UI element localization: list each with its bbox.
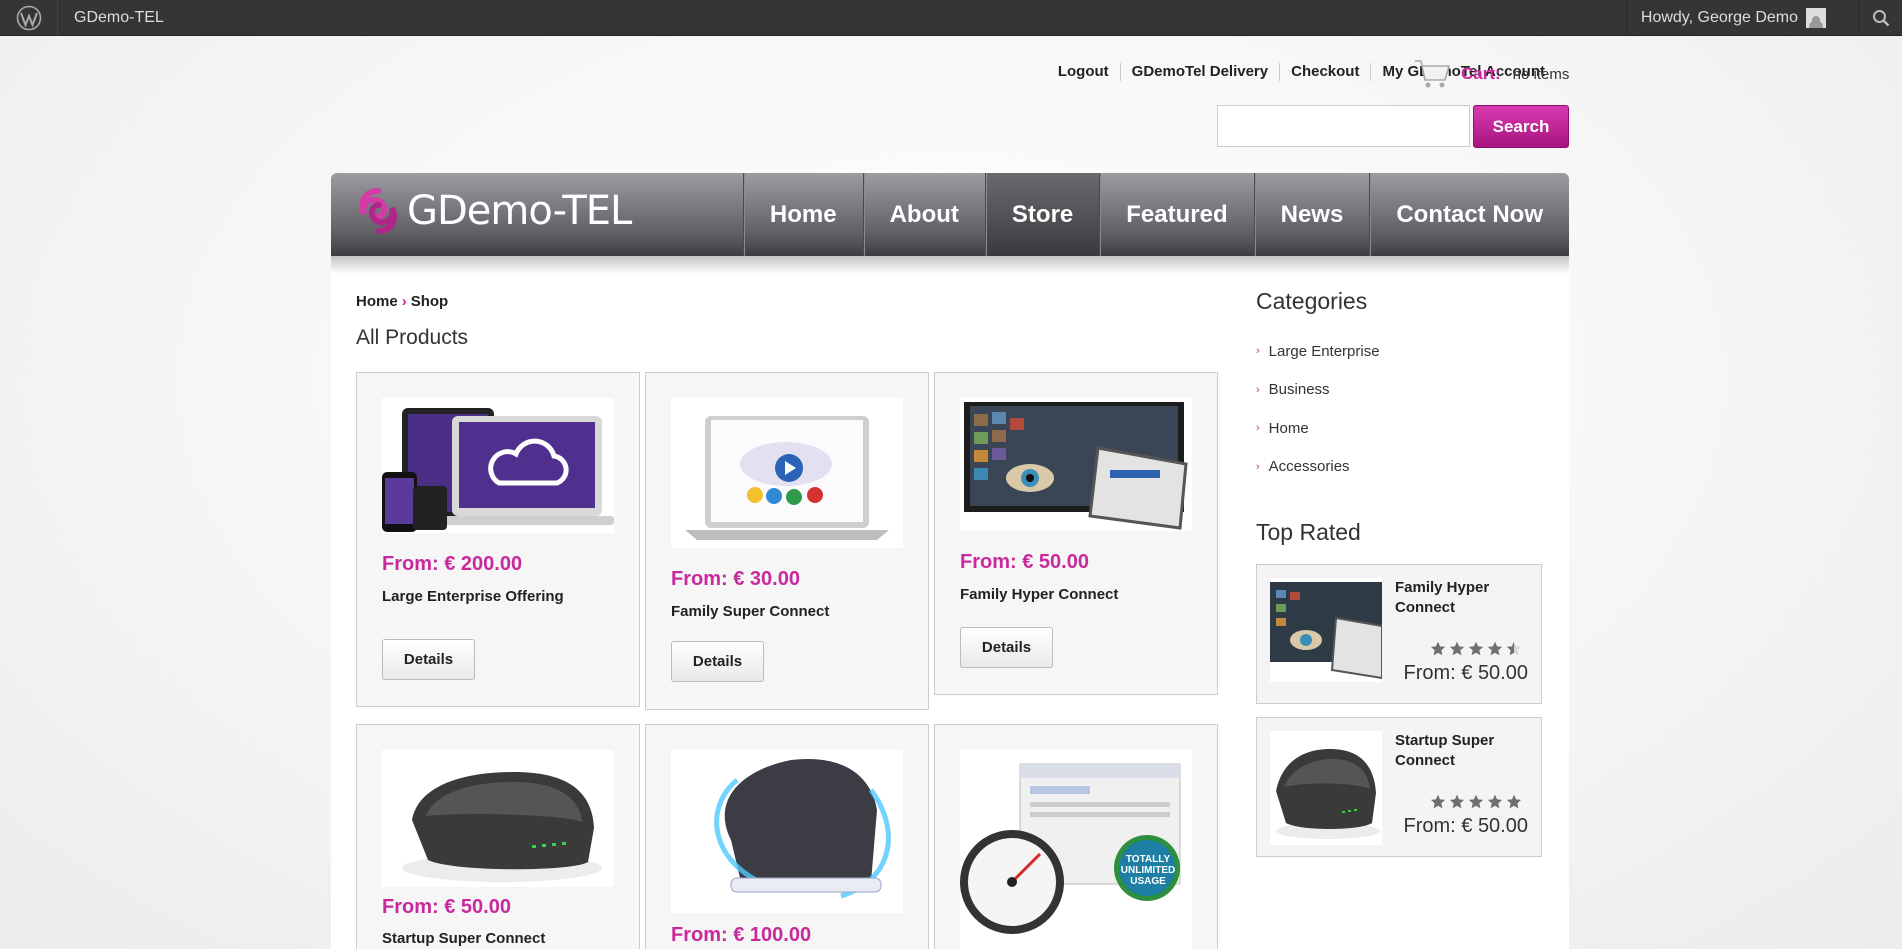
breadcrumb-current: Shop	[410, 293, 449, 310]
chevron-right-icon: ›	[1256, 383, 1260, 396]
star-icon	[1449, 794, 1465, 809]
logo-text: GDemo-TEL	[407, 188, 632, 234]
wordpress-logo-icon[interactable]	[0, 0, 58, 36]
product-image[interactable]: TOTALLY UNLIMITED USAGE	[960, 750, 1192, 949]
rating-stars	[1430, 641, 1522, 656]
top-rated-image[interactable]	[1270, 731, 1382, 845]
chevron-right-icon: ›	[1256, 422, 1260, 435]
category-item[interactable]: › Large Enterprise	[1256, 332, 1380, 371]
cart-widget[interactable]: Cart: no items	[1413, 58, 1569, 90]
product-price: From: € 50.00	[960, 551, 1089, 573]
top-rated-image[interactable]	[1270, 578, 1382, 682]
breadcrumb-home[interactable]: Home	[356, 293, 398, 310]
top-rated-price: From: € 50.00	[1403, 662, 1528, 684]
product-price: From: € 200.00	[382, 553, 523, 575]
product-card: From: € 200.00 Large Enterprise Offering…	[356, 372, 640, 707]
nav-store[interactable]: Store	[984, 173, 1100, 256]
top-rated-item: Startup Super Connect From: € 50.00	[1256, 717, 1542, 857]
breadcrumb: Home › Shop	[356, 293, 448, 310]
cart-icon	[1415, 60, 1451, 88]
product-card: From: € 50.00 Family Hyper Connect Detai…	[934, 372, 1218, 695]
admin-account-menu[interactable]: Howdy, George Demo	[1625, 0, 1840, 36]
star-icon	[1468, 794, 1484, 809]
product-name[interactable]: Large Enterprise Offering	[382, 588, 564, 605]
product-name[interactable]: Startup Super Connect	[382, 930, 545, 947]
star-icon	[1430, 794, 1446, 809]
search-button[interactable]: Search	[1473, 105, 1569, 148]
star-icon	[1430, 641, 1446, 656]
site-logo[interactable]: GDemo-TEL	[355, 187, 632, 235]
category-item[interactable]: › Business	[1256, 371, 1380, 410]
star-icon	[1506, 794, 1522, 809]
rating-stars	[1430, 794, 1522, 809]
top-rated-price: From: € 50.00	[1403, 815, 1528, 837]
category-item[interactable]: › Accessories	[1256, 448, 1380, 487]
header-shadow	[331, 256, 1569, 274]
nav-contact-now[interactable]: Contact Now	[1369, 173, 1569, 256]
logout-link[interactable]: Logout	[1047, 63, 1120, 81]
category-item[interactable]: › Home	[1256, 409, 1380, 448]
categories-title: Categories	[1256, 288, 1368, 314]
cart-status: no items	[1512, 65, 1570, 83]
product-image[interactable]	[671, 750, 903, 913]
nav-about[interactable]: About	[862, 173, 985, 256]
product-image[interactable]	[960, 398, 1192, 531]
delivery-link[interactable]: GDemoTel Delivery	[1119, 63, 1279, 81]
admin-bar: GDemo-TEL Howdy, George Demo	[0, 0, 1902, 36]
star-icon	[1487, 794, 1503, 809]
nav-home[interactable]: Home	[742, 173, 863, 256]
details-button[interactable]: Details	[382, 639, 475, 680]
chevron-right-icon: ›	[1256, 345, 1260, 358]
admin-site-name[interactable]: GDemo-TEL	[74, 9, 164, 27]
product-card: From: € 50.00 Startup Super Connect	[356, 724, 640, 949]
product-price: From: € 30.00	[671, 568, 800, 590]
star-icon	[1468, 641, 1484, 656]
product-price: From: € 100.00	[671, 924, 812, 946]
chevron-right-icon: ›	[1256, 460, 1260, 473]
top-rated-name[interactable]: Startup Super Connect	[1395, 731, 1535, 771]
admin-greeting: Howdy, George Demo	[1640, 9, 1798, 26]
swirl-logo-icon	[359, 188, 397, 234]
main-nav: Home About Store Featured News Contact N…	[742, 173, 1569, 256]
product-card: From: € 100.00	[645, 724, 929, 949]
breadcrumb-separator: ›	[401, 293, 407, 310]
cart-label: Cart:	[1461, 64, 1501, 83]
star-icon	[1487, 641, 1503, 656]
details-button[interactable]: Details	[671, 641, 764, 682]
star-icon	[1506, 641, 1522, 656]
product-card: TOTALLY UNLIMITED USAGE	[934, 724, 1218, 949]
product-image[interactable]	[671, 398, 903, 548]
details-button[interactable]: Details	[960, 627, 1053, 668]
nav-featured[interactable]: Featured	[1099, 173, 1253, 256]
top-rated-title: Top Rated	[1256, 519, 1361, 545]
product-image[interactable]	[382, 398, 614, 533]
top-rated-name[interactable]: Family Hyper Connect	[1395, 578, 1535, 618]
avatar	[1806, 8, 1826, 28]
unlimited-usage-badge: TOTALLY UNLIMITED USAGE	[1120, 854, 1176, 887]
category-list: › Large Enterprise › Business › Home › Acces…	[1256, 332, 1380, 486]
product-name[interactable]: Family Super Connect	[671, 603, 829, 620]
product-card: From: € 30.00 Family Super Connect Detai…	[645, 372, 929, 710]
product-image[interactable]	[382, 750, 614, 887]
checkout-link[interactable]: Checkout	[1279, 63, 1370, 81]
star-icon	[1449, 641, 1465, 656]
admin-search-icon[interactable]	[1858, 0, 1902, 36]
page-title: All Products	[356, 326, 469, 349]
top-rated-item: Family Hyper Connect From: € 50.00	[1256, 564, 1542, 704]
site-header: GDemo-TEL Home About Store Featured News…	[331, 173, 1569, 256]
search-input[interactable]	[1217, 105, 1470, 147]
product-name[interactable]: Family Hyper Connect	[960, 586, 1118, 603]
nav-news[interactable]: News	[1253, 173, 1370, 256]
product-price: From: € 50.00	[382, 896, 511, 918]
